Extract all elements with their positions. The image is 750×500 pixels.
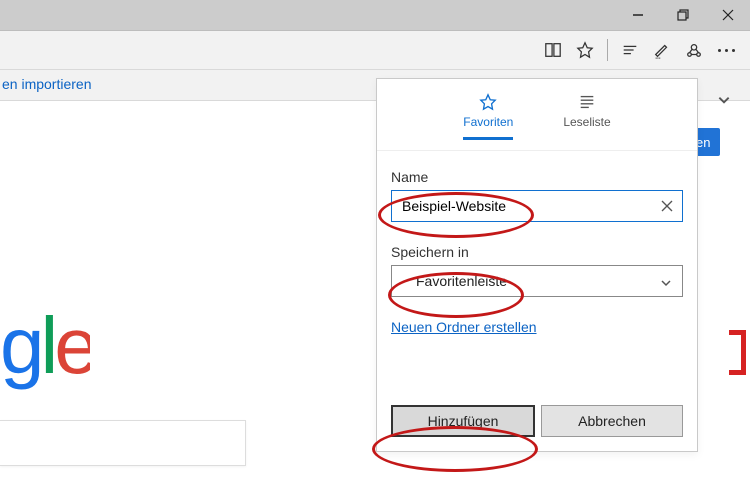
logo-letter: l [41, 301, 55, 390]
logo-letter: g [0, 301, 41, 390]
chevron-down-icon [660, 276, 672, 292]
more-icon[interactable] [710, 34, 742, 66]
browser-toolbar [0, 31, 750, 70]
save-in-label: Speichern in [391, 244, 683, 260]
save-in-select[interactable]: Favoritenleiste [391, 265, 683, 297]
tab-favorites-label: Favoriten [463, 115, 513, 129]
toolbar-divider [607, 39, 608, 61]
share-icon[interactable] [678, 34, 710, 66]
name-field-label: Name [391, 169, 683, 185]
cancel-button[interactable]: Abbrechen [541, 405, 683, 437]
window-close-button[interactable] [705, 0, 750, 30]
add-favorite-popup: Favoriten Leseliste Name Speichern in Fa… [376, 78, 698, 452]
logo-letter: e [54, 301, 90, 390]
import-favorites-link[interactable]: en importieren [2, 76, 92, 92]
expand-chevron-icon[interactable] [712, 88, 736, 112]
tab-favorites[interactable]: Favoriten [463, 93, 513, 140]
clear-input-icon[interactable] [659, 198, 675, 214]
web-note-icon[interactable] [646, 34, 678, 66]
reading-view-icon[interactable] [537, 34, 569, 66]
save-in-value: Favoritenleiste [416, 273, 507, 289]
window-minimize-button[interactable] [615, 0, 660, 30]
window-titlebar [0, 0, 750, 31]
favorites-star-icon[interactable] [569, 34, 601, 66]
window-restore-button[interactable] [660, 0, 705, 30]
popup-tabs: Favoriten Leseliste [377, 79, 697, 151]
google-logo-fragment: gle [0, 300, 90, 395]
annotation-bracket [729, 330, 746, 375]
tab-reading-list[interactable]: Leseliste [563, 93, 610, 140]
tab-reading-list-label: Leseliste [563, 115, 610, 129]
hub-icon[interactable] [614, 34, 646, 66]
new-folder-link[interactable]: Neuen Ordner erstellen [391, 319, 537, 335]
add-button[interactable]: Hinzufügen [391, 405, 535, 437]
name-input[interactable] [391, 190, 683, 222]
google-search-box-fragment[interactable] [0, 420, 246, 466]
